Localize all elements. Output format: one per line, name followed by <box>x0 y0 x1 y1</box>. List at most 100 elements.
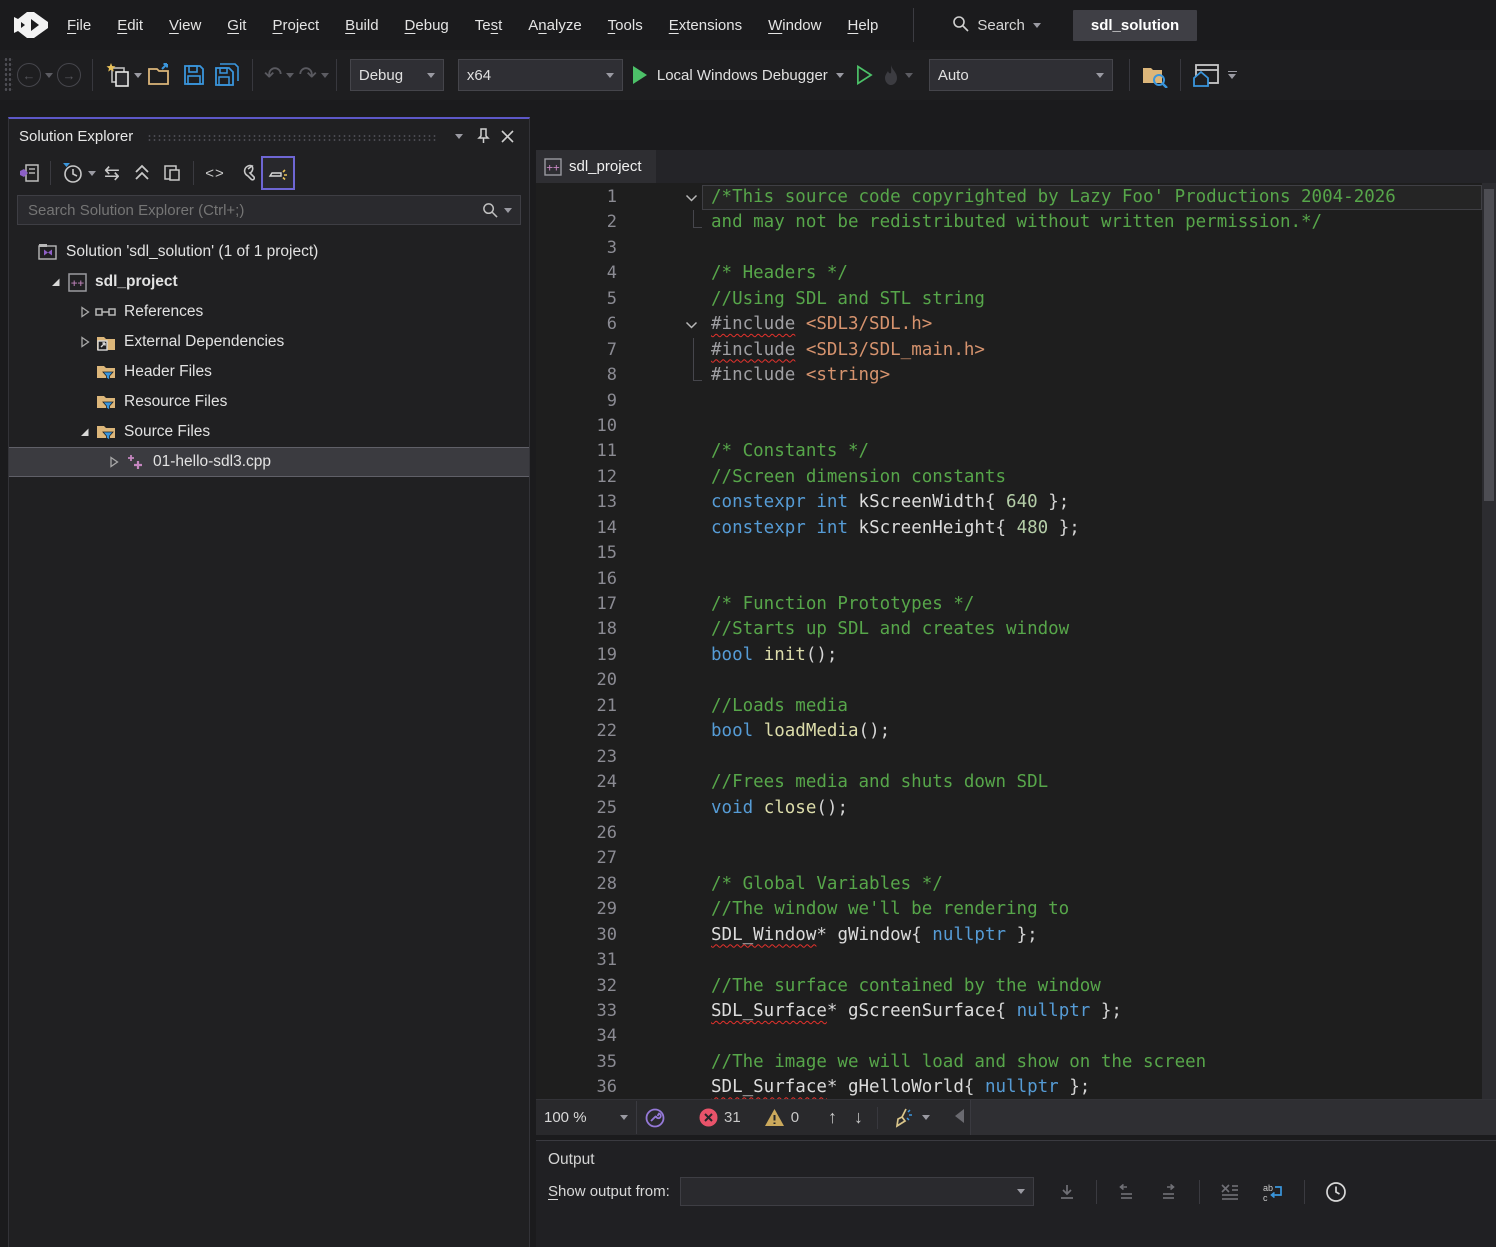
vertical-scrollbar[interactable] <box>1482 183 1496 1100</box>
previous-issue-button[interactable]: ↑ <box>828 1107 837 1128</box>
line-number[interactable]: 19 <box>536 643 617 668</box>
navigate-back-button[interactable]: ← <box>13 57 45 93</box>
fold-chevron-icon[interactable] <box>682 314 700 336</box>
code-line-26[interactable]: 26 <box>536 821 1482 846</box>
code-line-21[interactable]: 21//Loads media <box>536 694 1482 719</box>
code-line-31[interactable]: 31 <box>536 948 1482 973</box>
configuration-combo[interactable]: Debug <box>350 59 444 91</box>
tree-expanded-arrow-icon[interactable] <box>46 272 66 292</box>
menu-git[interactable]: Git <box>214 13 259 38</box>
line-number[interactable]: 31 <box>536 948 617 973</box>
line-number[interactable]: 14 <box>536 516 617 541</box>
clear-all-button[interactable] <box>1220 1183 1240 1201</box>
code-area[interactable]: 1/*This source code copyrighted by Lazy … <box>536 183 1482 1100</box>
tree-collapsed-arrow-icon[interactable] <box>75 332 95 352</box>
code-line-13[interactable]: 13constexpr int kScreenWidth{ 640 }; <box>536 490 1482 515</box>
scrollbar-thumb[interactable] <box>1484 189 1494 501</box>
code-cleanup-button[interactable] <box>892 1107 915 1129</box>
solution-explorer-search-box[interactable] <box>17 195 521 225</box>
line-number[interactable]: 10 <box>536 414 617 439</box>
tree-item-header-files[interactable]: Header Files <box>9 357 529 387</box>
tree-collapsed-arrow-icon[interactable] <box>104 452 124 472</box>
solution-name-badge[interactable]: sdl_solution <box>1073 10 1197 41</box>
line-number[interactable]: 36 <box>536 1075 617 1100</box>
window-position-button[interactable] <box>447 125 471 147</box>
auto-combo[interactable]: Auto <box>929 59 1113 91</box>
code-line-1[interactable]: 1/*This source code copyrighted by Lazy … <box>536 185 1482 210</box>
menu-debug[interactable]: Debug <box>392 13 462 38</box>
line-number[interactable]: 13 <box>536 490 617 515</box>
line-number[interactable]: 28 <box>536 872 617 897</box>
back-caret-icon[interactable] <box>45 73 53 78</box>
switch-views-button[interactable] <box>15 159 43 187</box>
timestamp-button[interactable] <box>1325 1181 1347 1203</box>
code-line-24[interactable]: 24//Frees media and shuts down SDL <box>536 770 1482 795</box>
search-control[interactable]: Search <box>942 11 1051 40</box>
view-code-button[interactable]: <> <box>201 159 229 187</box>
line-number[interactable]: 17 <box>536 592 617 617</box>
code-line-2[interactable]: 2and may not be redistributed without wr… <box>536 210 1482 235</box>
code-line-30[interactable]: 30SDL_Window* gWindow{ nullptr }; <box>536 923 1482 948</box>
line-number[interactable]: 30 <box>536 923 617 948</box>
solution-explorer-shortcut-button[interactable] <box>1137 57 1173 93</box>
tree-expanded-arrow-icon[interactable] <box>75 422 95 442</box>
undo-caret-icon[interactable] <box>286 73 294 78</box>
code-line-4[interactable]: 4/* Headers */ <box>536 261 1482 286</box>
line-number[interactable]: 26 <box>536 821 617 846</box>
menu-project[interactable]: Project <box>259 13 332 38</box>
panel-drag-grip[interactable] <box>147 134 437 143</box>
line-number[interactable]: 7 <box>536 338 617 363</box>
code-line-14[interactable]: 14constexpr int kScreenHeight{ 480 }; <box>536 516 1482 541</box>
code-line-12[interactable]: 12//Screen dimension constants <box>536 465 1482 490</box>
line-number[interactable]: 21 <box>536 694 617 719</box>
save-all-button[interactable] <box>210 57 245 93</box>
code-line-7[interactable]: 7#include <SDL3/SDL_main.h> <box>536 338 1482 363</box>
line-number[interactable]: 22 <box>536 719 617 744</box>
show-all-files-button[interactable] <box>158 159 186 187</box>
tree-item-solution-sdl-solution-1-of-1-project-[interactable]: Solution 'sdl_solution' (1 of 1 project) <box>9 237 529 267</box>
code-line-20[interactable]: 20 <box>536 668 1482 693</box>
tree-item-resource-files[interactable]: Resource Files <box>9 387 529 417</box>
code-line-11[interactable]: 11/* Constants */ <box>536 439 1482 464</box>
next-message-button[interactable] <box>1159 1183 1179 1201</box>
menu-window[interactable]: Window <box>755 13 834 38</box>
code-line-35[interactable]: 35//The image we will load and show on t… <box>536 1050 1482 1075</box>
line-number[interactable]: 2 <box>536 210 617 235</box>
code-line-33[interactable]: 33SDL_Surface* gScreenSurface{ nullptr }… <box>536 999 1482 1024</box>
line-number[interactable]: 9 <box>536 389 617 414</box>
redo-button[interactable]: ↷ <box>294 57 320 93</box>
horizontal-scrollbar[interactable] <box>970 1100 1496 1135</box>
code-line-32[interactable]: 32//The surface contained by the window <box>536 974 1482 999</box>
document-health-button[interactable] <box>644 1107 666 1129</box>
line-number[interactable]: 5 <box>536 287 617 312</box>
code-line-9[interactable]: 9 <box>536 389 1482 414</box>
code-line-29[interactable]: 29//The window we'll be rendering to <box>536 897 1482 922</box>
collapse-all-button[interactable] <box>128 159 156 187</box>
start-without-debugging-button[interactable] <box>852 57 877 93</box>
platform-combo[interactable]: x64 <box>458 59 623 91</box>
filter-caret-icon[interactable] <box>88 171 96 176</box>
menu-tools[interactable]: Tools <box>595 13 656 38</box>
code-line-25[interactable]: 25void close(); <box>536 796 1482 821</box>
code-line-6[interactable]: 6#include <SDL3/SDL.h> <box>536 312 1482 337</box>
code-line-23[interactable]: 23 <box>536 745 1482 770</box>
line-number[interactable]: 3 <box>536 236 617 261</box>
tree-item-references[interactable]: References <box>9 297 529 327</box>
menu-test[interactable]: Test <box>462 13 516 38</box>
line-number[interactable]: 8 <box>536 363 617 388</box>
menu-edit[interactable]: Edit <box>104 13 156 38</box>
code-line-16[interactable]: 16 <box>536 567 1482 592</box>
tree-item-source-files[interactable]: Source Files <box>9 417 529 447</box>
line-number[interactable]: 1 <box>536 185 617 210</box>
close-button[interactable] <box>495 125 519 147</box>
tree-item-01-hello-sdl3-cpp[interactable]: 01-hello-sdl3.cpp <box>9 447 529 477</box>
goto-end-button[interactable] <box>1058 1183 1076 1201</box>
code-line-3[interactable]: 3 <box>536 236 1482 261</box>
redo-caret-icon[interactable] <box>321 73 329 78</box>
menu-help[interactable]: Help <box>834 13 891 38</box>
code-line-5[interactable]: 5//Using SDL and STL string <box>536 287 1482 312</box>
pending-changes-filter-button[interactable] <box>58 159 86 187</box>
code-line-22[interactable]: 22bool loadMedia(); <box>536 719 1482 744</box>
properties-button[interactable] <box>231 159 259 187</box>
code-line-17[interactable]: 17/* Function Prototypes */ <box>536 592 1482 617</box>
